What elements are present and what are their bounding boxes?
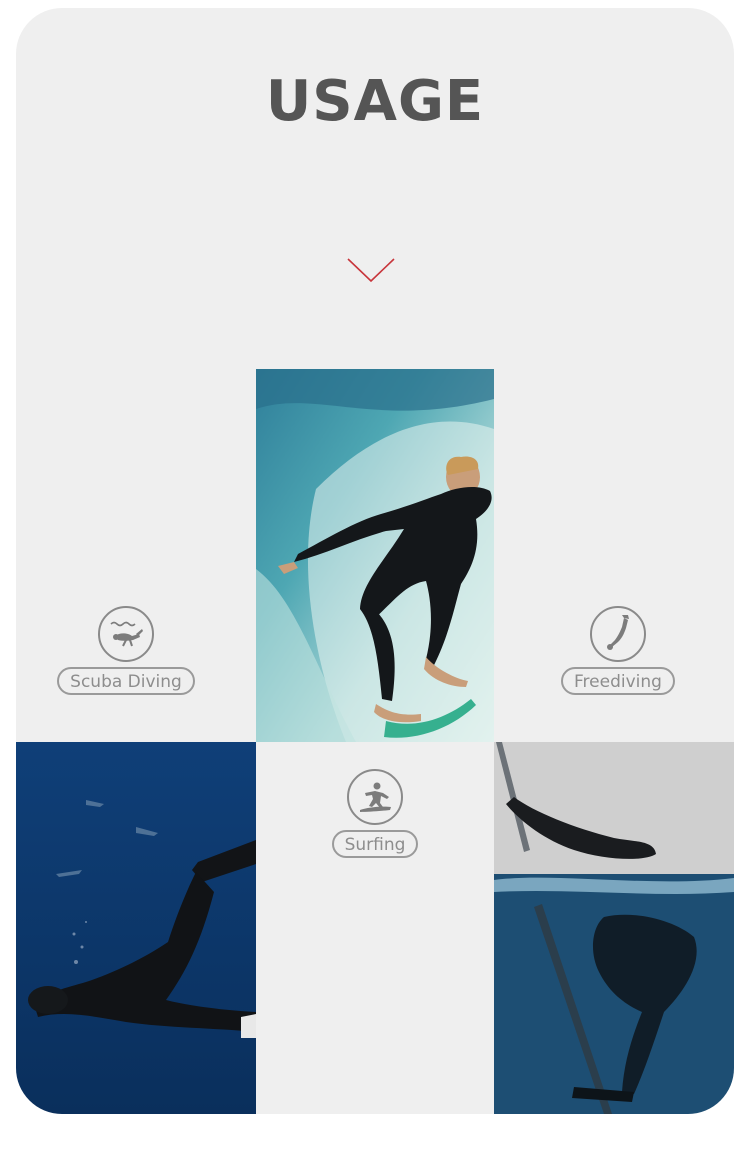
usage-card: USAGE Scuba Diving Freediving Surfing xyxy=(16,8,734,1114)
activity-label: Scuba Diving xyxy=(57,667,195,695)
freediving-photo xyxy=(494,742,734,1114)
surfer-icon xyxy=(347,769,403,825)
scuba-diver-icon xyxy=(98,606,154,662)
activity-label: Freediving xyxy=(561,667,675,695)
activity-label: Surfing xyxy=(331,830,419,858)
activity-surfing: Surfing xyxy=(316,769,434,858)
section-title: USAGE xyxy=(265,69,485,134)
chevron-down-icon xyxy=(347,258,395,283)
surfing-photo xyxy=(256,369,494,742)
activity-scuba-diving: Scuba Diving xyxy=(57,606,195,695)
scuba-diving-photo xyxy=(16,742,256,1114)
freediver-icon xyxy=(590,606,646,662)
activity-freediving: Freediving xyxy=(550,606,686,695)
